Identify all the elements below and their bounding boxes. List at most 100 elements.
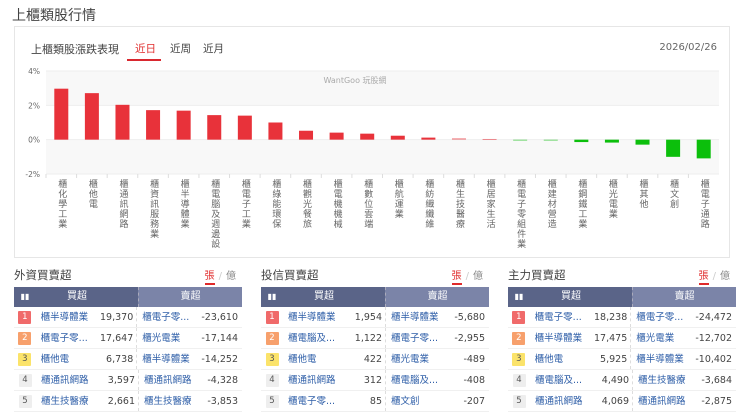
sell-sector-link[interactable]: 櫃電子零... — [385, 328, 451, 348]
buy-value: 3,597 — [107, 375, 135, 386]
bar — [543, 139, 558, 141]
sell-sector-link[interactable]: 櫃光電業 — [630, 328, 695, 348]
sell-value: -23,610 — [201, 312, 239, 323]
buy-value: 422 — [363, 354, 382, 365]
sell-value: -489 — [463, 354, 485, 365]
unit-shares-button[interactable]: 張 — [451, 271, 462, 285]
x-tick-label: 櫃電機機械 — [331, 179, 342, 229]
x-tick-label: 櫃建材營造 — [545, 179, 556, 229]
unit-amount-button[interactable]: 億 — [226, 271, 236, 282]
x-tick-label: 櫃電子工業 — [239, 179, 250, 229]
unit-shares-button[interactable]: 張 — [204, 271, 215, 285]
sell-value: -10,402 — [695, 354, 733, 365]
table-row: 3 櫃他電 6,738 櫃半導體業 -14,252 — [14, 349, 242, 370]
buy-header: 買超 — [67, 291, 87, 302]
bar — [604, 139, 619, 143]
buy-sector-link[interactable]: 櫃生技醫療 — [36, 391, 98, 411]
x-tick-label: 櫃居家生活 — [484, 179, 495, 229]
bar — [451, 138, 466, 140]
table-header: ▮▮ 買超 賣超 — [261, 287, 489, 307]
sell-sector-link[interactable]: 櫃半導體業 — [385, 307, 451, 327]
bar — [146, 110, 161, 140]
buy-sector-link[interactable]: 櫃電腦及... — [283, 328, 345, 348]
rank-badge: 4 — [508, 370, 530, 390]
rank-badge: 1 — [14, 307, 36, 327]
sell-value: -3,684 — [701, 375, 732, 386]
x-tick-label: 櫃通訊網路 — [117, 179, 128, 229]
rank-badge: 5 — [14, 391, 36, 411]
sell-header: 賣超 — [632, 287, 736, 307]
rank-badge: 3 — [14, 349, 36, 369]
buy-value: 85 — [369, 396, 382, 407]
bar-chart-icon: ▮▮ — [20, 292, 30, 301]
sell-sector-link[interactable]: 櫃電子零... — [630, 307, 695, 327]
table-row: 2 櫃電腦及... 1,122 櫃電子零... -2,955 — [261, 328, 489, 349]
buy-sector-link[interactable]: 櫃電腦及... — [530, 370, 592, 390]
sell-sector-link[interactable]: 櫃生技醫療 — [632, 370, 698, 390]
buy-value: 5,925 — [600, 354, 628, 365]
sell-sector-link[interactable]: 櫃半導體業 — [630, 349, 695, 369]
table-row: 4 櫃通訊網路 3,597 櫃通訊網路 -4,328 — [14, 370, 242, 391]
buy-sector-link[interactable]: 櫃半導體業 — [36, 307, 97, 327]
bar — [207, 115, 222, 140]
rank-badge: 5 — [508, 391, 530, 411]
sell-value: -4,328 — [207, 375, 238, 386]
sell-sector-link[interactable]: 櫃文創 — [385, 391, 451, 411]
sell-sector-link[interactable]: 櫃通訊網路 — [632, 391, 698, 411]
buy-value: 4,069 — [601, 396, 629, 407]
buy-sector-link[interactable]: 櫃電子零... — [283, 391, 345, 411]
x-tick-label: 櫃他電 — [86, 179, 97, 209]
sell-sector-link[interactable]: 櫃通訊網路 — [138, 370, 204, 390]
bar — [329, 132, 344, 140]
sell-value: -3,853 — [207, 396, 238, 407]
buy-sector-link[interactable]: 櫃半導體業 — [283, 307, 345, 327]
sell-sector-link[interactable]: 櫃半導體業 — [136, 349, 201, 369]
unit-amount-button[interactable]: 億 — [720, 271, 730, 282]
buy-value: 17,475 — [594, 333, 628, 344]
sell-header: 賣超 — [385, 287, 489, 307]
bar-chart-icon: ▮▮ — [514, 292, 524, 301]
buy-sector-link[interactable]: 櫃電子零... — [36, 328, 97, 348]
unit-amount-button[interactable]: 億 — [473, 271, 483, 282]
table-row: 4 櫃電腦及... 4,490 櫃生技醫療 -3,684 — [508, 370, 736, 391]
rank-badge: 2 — [261, 328, 283, 348]
rank-badge: 5 — [261, 391, 283, 411]
unit-shares-button[interactable]: 張 — [698, 271, 709, 285]
table-row: 5 櫃電子零... 85 櫃文創 -207 — [261, 391, 489, 412]
buy-header: 買超 — [561, 291, 581, 302]
y-tick-label: 4% — [28, 67, 40, 76]
buy-sector-link[interactable]: 櫃通訊網路 — [283, 370, 345, 390]
buy-sector-link[interactable]: 櫃半導體業 — [530, 328, 591, 348]
table-row: 5 櫃通訊網路 4,069 櫃通訊網路 -2,875 — [508, 391, 736, 412]
y-tick-label: 2% — [28, 101, 40, 110]
table-header: ▮▮ 買超 賣超 — [14, 287, 242, 307]
sell-value: -14,252 — [201, 354, 239, 365]
bar — [390, 135, 405, 140]
table-header: ▮▮ 買超 賣超 — [508, 287, 736, 307]
buy-sector-link[interactable]: 櫃通訊網路 — [36, 370, 98, 390]
bar — [666, 139, 681, 157]
x-tick-label: 櫃綠能環保 — [270, 179, 281, 229]
bar — [268, 122, 283, 140]
sell-sector-link[interactable]: 櫃電腦及... — [385, 370, 451, 390]
buy-sector-link[interactable]: 櫃他電 — [283, 349, 345, 369]
buy-value: 19,370 — [100, 312, 134, 323]
x-tick-label: 櫃化學工業 — [56, 179, 67, 229]
sell-sector-link[interactable]: 櫃光電業 — [385, 349, 451, 369]
net-buy-sell-table: 投信買賣超 張 / 億 ▮▮ 買超 賣超 1 櫃半導體業 1,954 櫃半導體業 -5,… — [261, 265, 489, 412]
bar — [54, 88, 69, 140]
net-buy-sell-table: 外資買賣超 張 / 億 ▮▮ 買超 賣超 1 櫃半導體業 19,370 櫃電子零... … — [14, 265, 242, 412]
x-tick-label: 櫃半導體業 — [178, 179, 189, 229]
buy-sector-link[interactable]: 櫃他電 — [530, 349, 591, 369]
sell-sector-link[interactable]: 櫃生技醫療 — [138, 391, 204, 411]
buy-sector-link[interactable]: 櫃通訊網路 — [530, 391, 592, 411]
sell-sector-link[interactable]: 櫃電子零... — [136, 307, 201, 327]
buy-sector-link[interactable]: 櫃電子零... — [530, 307, 591, 327]
unit-toggle: 張 / 億 — [698, 267, 730, 287]
unit-toggle: 張 / 億 — [451, 267, 483, 287]
rank-badge: 4 — [14, 370, 36, 390]
buy-sector-link[interactable]: 櫃他電 — [36, 349, 97, 369]
sell-sector-link[interactable]: 櫃光電業 — [136, 328, 201, 348]
buy-value: 2,661 — [107, 396, 135, 407]
sell-value: -408 — [463, 375, 485, 386]
